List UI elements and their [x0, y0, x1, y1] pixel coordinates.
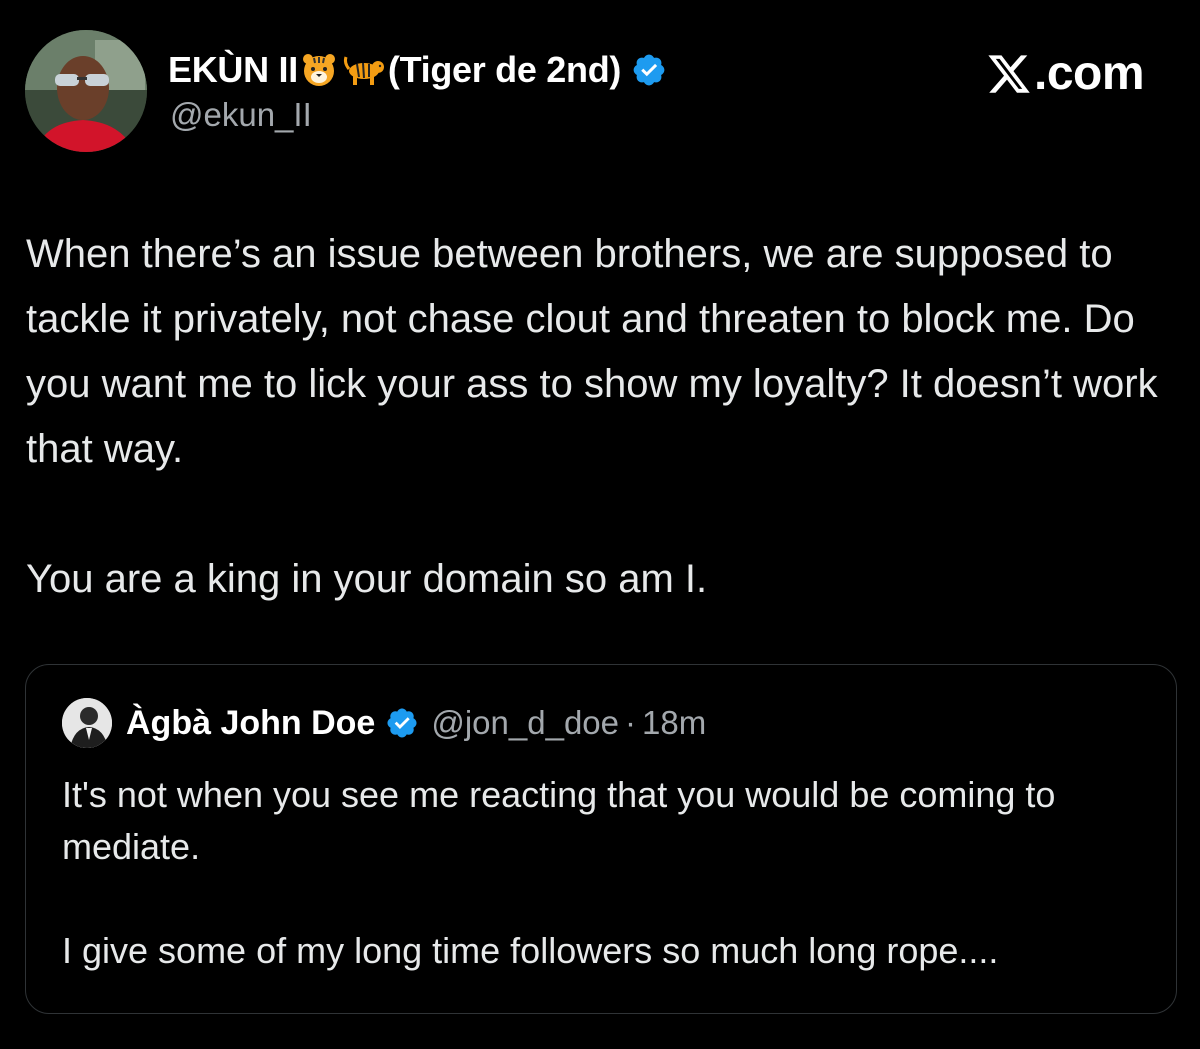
- verified-badge-icon[interactable]: [385, 706, 419, 740]
- site-logo: .com: [986, 46, 1145, 101]
- quoted-tweet-timestamp[interactable]: 18m: [642, 704, 706, 742]
- quoted-tweet-paragraph: It's not when you see me reacting that y…: [62, 774, 1056, 867]
- header-separator: ·: [625, 704, 636, 741]
- author-display-name-suffix[interactable]: (Tiger de 2nd): [388, 49, 621, 91]
- site-label: .com: [1034, 47, 1145, 100]
- author-name-row[interactable]: EKÙN II (Tiger de 2nd): [168, 46, 667, 94]
- tweet-paragraph: When there’s an issue between brothers, …: [26, 232, 1158, 471]
- author-avatar[interactable]: [25, 30, 147, 152]
- quoted-author-avatar-image: [62, 698, 112, 748]
- quoted-author-handle[interactable]: @jon_d_doe: [431, 704, 619, 742]
- quoted-author-name[interactable]: Àgbà John Doe: [126, 704, 375, 743]
- tweet-paragraph: You are a king in your domain so am I.: [26, 557, 708, 601]
- x-logo-icon: [988, 54, 1030, 93]
- author-display-name[interactable]: EKÙN II: [168, 49, 298, 91]
- tweet-body: When there’s an issue between brothers, …: [26, 222, 1176, 612]
- quoted-author-avatar[interactable]: [62, 698, 112, 748]
- quoted-tweet-body: It's not when you see me reacting that y…: [62, 769, 1142, 977]
- author-handle[interactable]: @ekun_II: [170, 96, 312, 134]
- quoted-tweet-card[interactable]: Àgbà John Doe @jon_d_doe · 18m It's not …: [25, 664, 1177, 1014]
- author-avatar-image: [25, 30, 147, 152]
- tiger-icon: [343, 56, 384, 85]
- quoted-tweet-header: Àgbà John Doe @jon_d_doe · 18m: [62, 698, 706, 748]
- quoted-tweet-paragraph: I give some of my long time followers so…: [62, 930, 999, 971]
- verified-badge-icon[interactable]: [631, 52, 667, 88]
- tiger-face-icon: [302, 54, 335, 86]
